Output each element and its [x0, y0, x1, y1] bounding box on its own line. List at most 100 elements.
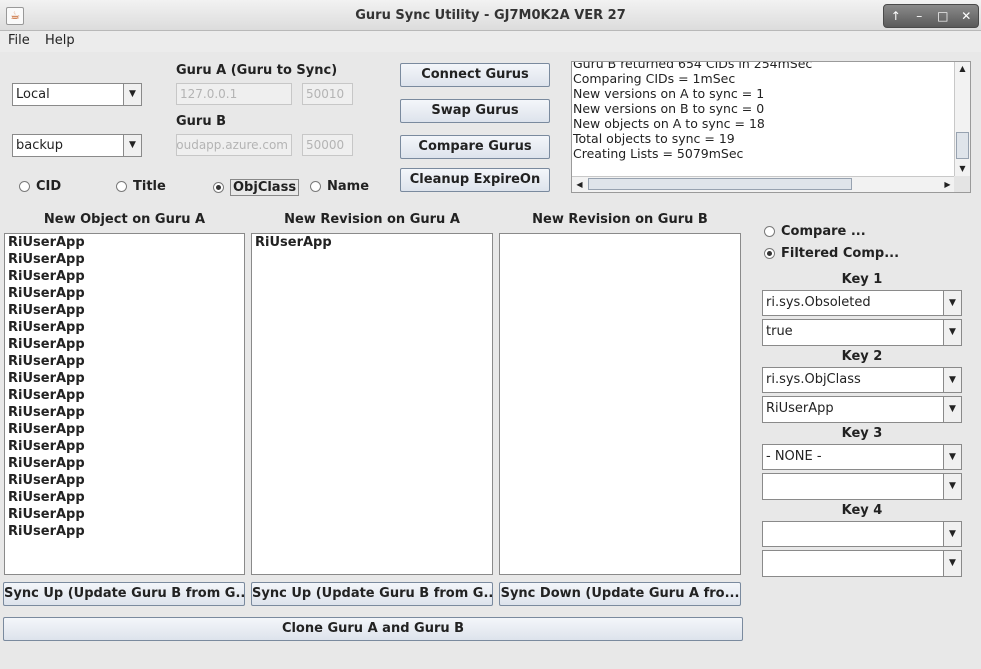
- chevron-down-icon[interactable]: ▼: [943, 368, 961, 392]
- scroll-thumb[interactable]: [588, 178, 852, 190]
- window-title: Guru Sync Utility - GJ7M0K2A VER 27: [355, 8, 626, 23]
- sync-up-button-1[interactable]: Sync Up (Update Guru B from G...: [3, 582, 245, 606]
- list-item[interactable]: RiUserApp: [5, 506, 244, 523]
- guru-b-mode-value: backup: [16, 138, 63, 153]
- guru-a-mode-value: Local: [16, 87, 50, 102]
- list-item[interactable]: RiUserApp: [5, 336, 244, 353]
- swap-gurus-button[interactable]: Swap Gurus: [400, 99, 550, 123]
- log-line: New versions on B to sync = 0: [573, 101, 765, 116]
- chevron-down-icon[interactable]: ▼: [943, 445, 961, 469]
- key-3-field-select[interactable]: - NONE - ▼: [762, 444, 962, 470]
- maximize-icon[interactable]: □: [933, 9, 953, 23]
- chevron-down-icon[interactable]: ▼: [943, 397, 961, 422]
- radio-objclass[interactable]: ObjClass: [213, 179, 300, 196]
- key-4-label: Key 4: [841, 503, 883, 518]
- scroll-down-icon[interactable]: ▼: [955, 162, 970, 176]
- key-4-field-select[interactable]: ▼: [762, 521, 962, 547]
- key-2-value-select[interactable]: RiUserApp ▼: [762, 396, 962, 423]
- chevron-down-icon[interactable]: ▼: [123, 84, 141, 105]
- guru-a-host-field[interactable]: 127.0.0.1: [176, 83, 292, 105]
- sync-down-button[interactable]: Sync Down (Update Guru A fro...: [499, 582, 741, 606]
- list-item[interactable]: RiUserApp: [5, 472, 244, 489]
- menu-file[interactable]: File: [8, 33, 30, 48]
- new-revision-a-title: New Revision on Guru A: [284, 212, 460, 227]
- radio-compare-label: Compare ...: [781, 224, 866, 239]
- chevron-down-icon[interactable]: ▼: [123, 135, 141, 156]
- key-4-value-select[interactable]: ▼: [762, 550, 962, 577]
- radio-name-label: Name: [327, 179, 370, 194]
- key-1-value-select[interactable]: true ▼: [762, 319, 962, 346]
- guru-a-mode-select[interactable]: Local ▼: [12, 83, 142, 106]
- key-2-label: Key 2: [841, 349, 883, 364]
- radio-title-label: Title: [133, 179, 166, 194]
- guru-a-port-field[interactable]: 50010: [302, 83, 353, 105]
- list-item[interactable]: RiUserApp: [5, 455, 244, 472]
- guru-a-label: Guru A (Guru to Sync): [176, 63, 338, 78]
- minimize-icon[interactable]: –: [909, 9, 929, 23]
- key-1-value: true: [766, 324, 793, 339]
- list-item[interactable]: RiUserApp: [5, 268, 244, 285]
- radio-filtered-compare[interactable]: Filtered Comp...: [764, 246, 899, 261]
- log-horizontal-scrollbar[interactable]: ◀ ▶: [572, 176, 955, 192]
- window-controls: ↑ – □ ✕: [883, 4, 979, 28]
- list-item[interactable]: RiUserApp: [5, 234, 244, 251]
- radio-indicator-selected[interactable]: [213, 182, 224, 193]
- radio-filtered-compare-label: Filtered Comp...: [781, 246, 900, 261]
- menu-help[interactable]: Help: [45, 33, 75, 48]
- sync-up-button-2[interactable]: Sync Up (Update Guru B from G...: [251, 582, 493, 606]
- compare-gurus-button[interactable]: Compare Gurus: [400, 135, 550, 159]
- radio-cid[interactable]: CID: [19, 179, 61, 194]
- key-1-field-select[interactable]: ri.sys.Obsoleted ▼: [762, 290, 962, 316]
- chevron-down-icon[interactable]: ▼: [943, 522, 961, 546]
- guru-b-mode-select[interactable]: backup ▼: [12, 134, 142, 157]
- new-revision-b-list[interactable]: [499, 233, 741, 575]
- scroll-right-icon[interactable]: ▶: [940, 177, 955, 192]
- radio-indicator[interactable]: [19, 181, 30, 192]
- close-icon[interactable]: ✕: [956, 9, 976, 23]
- chevron-down-icon[interactable]: ▼: [943, 551, 961, 576]
- menu-bar: File Help: [0, 31, 981, 52]
- log-line: New versions on A to sync = 1: [573, 86, 765, 101]
- chevron-down-icon[interactable]: ▼: [943, 291, 961, 315]
- list-item[interactable]: RiUserApp: [5, 353, 244, 370]
- scroll-thumb[interactable]: [956, 132, 969, 159]
- connect-gurus-button[interactable]: Connect Gurus: [400, 63, 550, 87]
- radio-indicator[interactable]: [764, 226, 775, 237]
- radio-compare[interactable]: Compare ...: [764, 224, 866, 239]
- list-item[interactable]: RiUserApp: [5, 370, 244, 387]
- scroll-up-icon[interactable]: ▲: [955, 62, 970, 76]
- list-item[interactable]: RiUserApp: [252, 234, 492, 251]
- list-item[interactable]: RiUserApp: [5, 404, 244, 421]
- radio-name[interactable]: Name: [310, 179, 369, 194]
- clone-gurus-button[interactable]: Clone Guru A and Guru B: [3, 617, 743, 641]
- list-item[interactable]: RiUserApp: [5, 285, 244, 302]
- log-vertical-scrollbar[interactable]: ▲ ▼: [954, 62, 970, 176]
- cleanup-expireon-button[interactable]: Cleanup ExpireOn: [400, 168, 550, 192]
- list-item[interactable]: RiUserApp: [5, 438, 244, 455]
- new-revision-a-list[interactable]: RiUserApp: [251, 233, 493, 575]
- key-2-field-select[interactable]: ri.sys.ObjClass ▼: [762, 367, 962, 393]
- radio-title[interactable]: Title: [116, 179, 166, 194]
- list-item[interactable]: RiUserApp: [5, 421, 244, 438]
- log-line: Guru B returned 654 CIDs in 254mSec: [573, 61, 813, 71]
- new-object-a-title: New Object on Guru A: [43, 212, 206, 227]
- radio-indicator[interactable]: [116, 181, 127, 192]
- chevron-down-icon[interactable]: ▼: [943, 474, 961, 499]
- list-item[interactable]: RiUserApp: [5, 319, 244, 336]
- list-item[interactable]: RiUserApp: [5, 251, 244, 268]
- list-item[interactable]: RiUserApp: [5, 302, 244, 319]
- list-item[interactable]: RiUserApp: [5, 387, 244, 404]
- list-item[interactable]: RiUserApp: [5, 523, 244, 540]
- shade-icon[interactable]: ↑: [886, 9, 906, 23]
- key-3-value-select[interactable]: ▼: [762, 473, 962, 500]
- new-object-a-list[interactable]: RiUserApp RiUserApp RiUserApp RiUserApp RiUs…: [4, 233, 245, 575]
- log-line: Creating Lists = 5079mSec: [573, 146, 744, 161]
- log-output[interactable]: Guru B returned 654 CIDs in 254mSec Comp…: [571, 61, 971, 193]
- guru-b-host-field[interactable]: oudapp.azure.com: [176, 134, 292, 156]
- list-item[interactable]: RiUserApp: [5, 489, 244, 506]
- radio-indicator-selected[interactable]: [764, 248, 775, 259]
- scroll-left-icon[interactable]: ◀: [572, 177, 587, 192]
- radio-indicator[interactable]: [310, 181, 321, 192]
- chevron-down-icon[interactable]: ▼: [943, 320, 961, 345]
- guru-b-port-field[interactable]: 50000: [302, 134, 353, 156]
